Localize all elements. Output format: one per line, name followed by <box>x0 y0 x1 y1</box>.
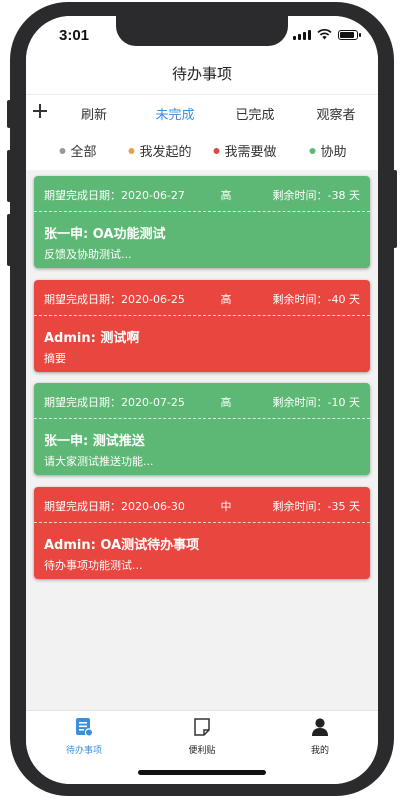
phone-side-button-power <box>393 170 397 248</box>
filter-row: 全部 我发起的 我需要做 协助 <box>26 132 378 170</box>
filter-dot-icon <box>309 147 316 154</box>
task-remaining-time: 剩余时间：-35 天 <box>272 500 360 513</box>
filter-initiated-by-me[interactable]: 我发起的 <box>128 141 192 160</box>
user-icon <box>312 718 328 736</box>
phone-side-button-volume-up <box>7 150 11 202</box>
task-description: 待办事项功能测试... <box>44 559 143 572</box>
filter-dot-icon <box>213 147 220 154</box>
task-remaining-time: 剩余时间：-40 天 <box>272 293 360 306</box>
task-title: 张一申: OA功能测试 <box>44 227 166 242</box>
tab-completed[interactable]: 已完成 <box>235 104 274 123</box>
task-card-header: 期望完成日期：2020-06-25 高 剩余时间：-40 天 <box>34 280 370 316</box>
navigation-bar: 待办事项 <box>26 60 378 94</box>
filter-label: 我需要做 <box>224 145 277 160</box>
task-title: Admin: 测试啊 <box>44 331 140 346</box>
filter-dot-icon <box>59 147 66 154</box>
task-due-date: 期望完成日期：2020-06-25 <box>44 293 185 306</box>
filter-label: 我发起的 <box>139 145 192 160</box>
tab-observer[interactable]: 观察者 <box>316 104 355 123</box>
task-priority: 中 <box>220 500 232 513</box>
tab-refresh[interactable]: 刷新 <box>81 104 107 123</box>
task-remaining-time: 剩余时间：-10 天 <box>272 396 360 409</box>
phone-device: 3:01 待办事项 刷新 未完成 已完成 观察者 全部 我发起的 我需要做 协助… <box>0 0 404 800</box>
filter-dot-icon <box>128 147 135 154</box>
status-icons <box>293 29 361 40</box>
tabbar-item-sticky-notes[interactable]: 便利贴 <box>162 717 242 756</box>
tabbar-item-me[interactable]: 我的 <box>280 717 360 756</box>
task-description: 请大家测试推送功能... <box>44 455 154 468</box>
task-card-header: 期望完成日期：2020-06-27 高 剩余时间：-38 天 <box>34 176 370 212</box>
task-description: 反馈及协助测试... <box>44 248 132 261</box>
task-card[interactable]: 期望完成日期：2020-06-25 高 剩余时间：-40 天 Admin: 测试… <box>34 280 370 372</box>
add-icon[interactable] <box>32 103 48 119</box>
filter-label: 全部 <box>70 145 97 160</box>
phone-side-button-mute <box>7 100 11 128</box>
filter-all[interactable]: 全部 <box>59 141 97 160</box>
task-priority: 高 <box>220 396 232 409</box>
task-remaining-time: 剩余时间：-38 天 <box>272 189 360 202</box>
tabbar-label: 待办事项 <box>65 746 102 756</box>
tabbar-item-todo[interactable]: 待办事项 <box>44 717 124 756</box>
cellular-signal-icon <box>293 29 311 40</box>
home-indicator <box>138 770 266 775</box>
task-card[interactable]: 期望完成日期：2020-06-30 中 剩余时间：-35 天 Admin: OA… <box>34 487 370 579</box>
task-priority: 高 <box>220 189 232 202</box>
tabbar-label: 我的 <box>310 746 329 756</box>
task-card[interactable]: 期望完成日期：2020-06-27 高 剩余时间：-38 天 张一申: OA功能… <box>34 176 370 268</box>
filter-need-to-do[interactable]: 我需要做 <box>213 141 277 160</box>
tab-row: 刷新 未完成 已完成 观察者 <box>26 94 378 133</box>
app-screen: 3:01 待办事项 刷新 未完成 已完成 观察者 全部 我发起的 我需要做 协助… <box>26 16 378 784</box>
task-description: 摘要 <box>44 352 66 365</box>
page-title: 待办事项 <box>171 65 232 83</box>
tabbar-label: 便利贴 <box>188 746 216 756</box>
task-due-date: 期望完成日期：2020-06-27 <box>44 189 185 202</box>
phone-side-button-volume-down <box>7 214 11 266</box>
wifi-icon <box>317 29 332 40</box>
sticky-note-icon <box>194 718 210 736</box>
phone-notch <box>116 16 288 46</box>
task-title: Admin: OA测试待办事项 <box>44 538 200 553</box>
filter-assist[interactable]: 协助 <box>309 141 347 160</box>
task-due-date: 期望完成日期：2020-07-25 <box>44 396 185 409</box>
task-due-date: 期望完成日期：2020-06-30 <box>44 500 185 513</box>
task-priority: 高 <box>220 293 232 306</box>
tab-incomplete[interactable]: 未完成 <box>155 104 194 123</box>
filter-label: 协助 <box>320 145 347 160</box>
battery-icon <box>338 29 361 40</box>
task-card-header: 期望完成日期：2020-07-25 高 剩余时间：-10 天 <box>34 383 370 419</box>
status-time: 3:01 <box>59 27 90 44</box>
todo-list-icon <box>76 718 94 737</box>
task-card[interactable]: 期望完成日期：2020-07-25 高 剩余时间：-10 天 张一申: 测试推送… <box>34 383 370 475</box>
task-card-header: 期望完成日期：2020-06-30 中 剩余时间：-35 天 <box>34 487 370 523</box>
task-title: 张一申: 测试推送 <box>44 434 145 449</box>
